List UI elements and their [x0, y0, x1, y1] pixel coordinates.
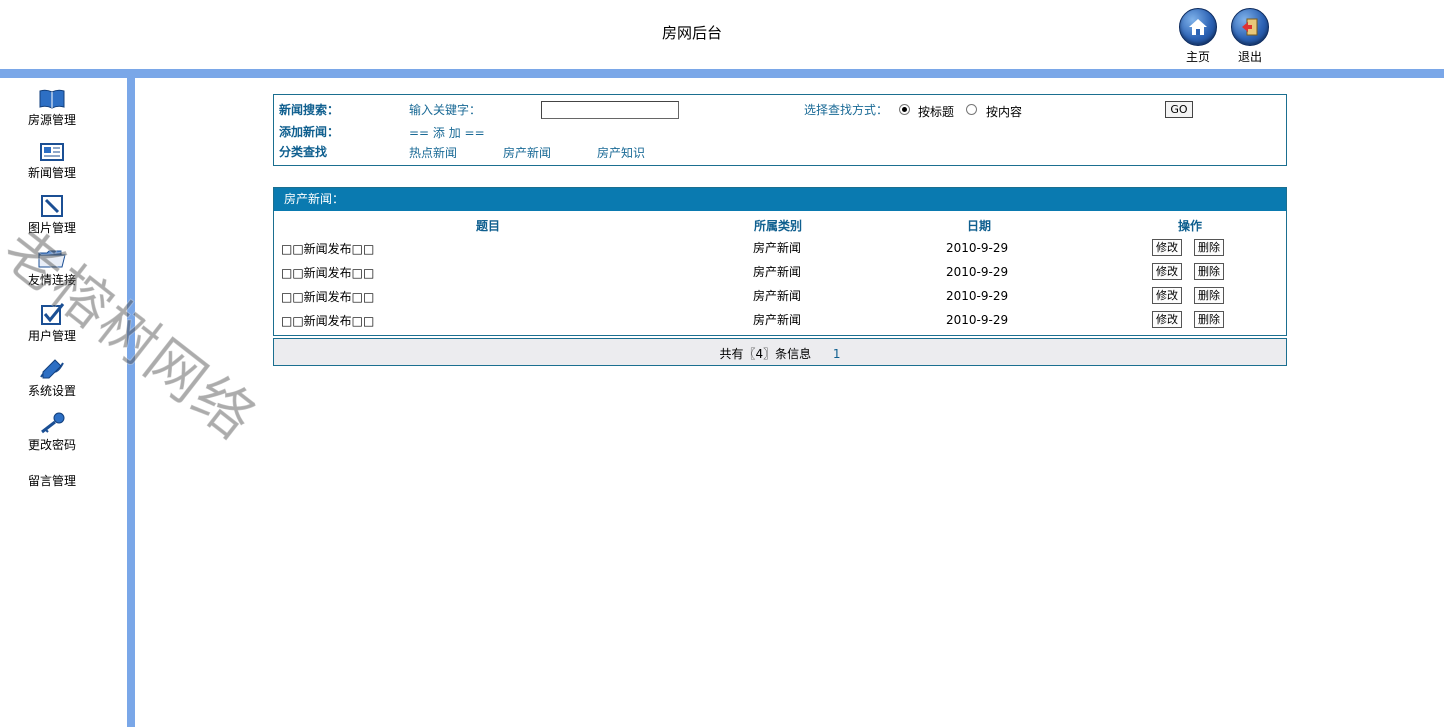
sidebar-item-listings[interactable]: 房源管理 [0, 88, 104, 128]
delete-button[interactable]: 删除 [1194, 239, 1224, 256]
add-news-label: 添加新闻： [279, 125, 340, 139]
table-row: □□新闻发布□□ 房产新闻 2010-9-29 修改 删除 [274, 309, 1286, 333]
sidebar-item-links[interactable]: 友情连接 [0, 248, 104, 288]
category-search-label: 分类查找 [279, 145, 328, 159]
sidebar-item-label: 系统设置 [27, 384, 76, 398]
sidebar-item-label: 更改密码 [27, 438, 76, 452]
add-news-link[interactable]: == 添 加 == [409, 124, 485, 141]
table-row: □□新闻发布□□ 房产新闻 2010-9-29 修改 删除 [274, 285, 1286, 309]
header: 房网后台 主页 退出 [0, 0, 1444, 69]
sidebar-item-messages[interactable]: 留言管理 [0, 472, 104, 489]
radio-by-content[interactable] [966, 104, 977, 115]
pen-icon [40, 359, 64, 379]
news-title[interactable]: □□新闻发布□□ [281, 288, 374, 305]
logout-button[interactable]: 退出 [1228, 8, 1272, 65]
column-header-category: 所属类别 [753, 219, 802, 233]
news-category: 房产新闻 [753, 241, 802, 255]
logout-label: 退出 [1237, 50, 1262, 64]
book-icon [39, 89, 65, 109]
edit-button[interactable]: 修改 [1152, 287, 1182, 304]
news-icon [40, 143, 64, 161]
sidebar-item-label: 留言管理 [27, 474, 76, 488]
checkbox-icon [41, 303, 65, 325]
news-title[interactable]: □□新闻发布□□ [281, 264, 374, 281]
keyword-input[interactable] [541, 101, 679, 119]
pager: 共有〖4〗条信息 1 [273, 338, 1287, 366]
news-date: 2010-9-29 [946, 241, 1009, 255]
news-search-label: 新闻搜索： [279, 103, 340, 117]
radio-by-title-label: 按标题 [918, 105, 955, 119]
sidebar: 房源管理 新闻管理 图片管理 友情连接 用户管理 系统设置 更改密码 留言管理 [0, 78, 127, 727]
sidebar-item-label: 图片管理 [27, 221, 76, 235]
news-category: 房产新闻 [753, 265, 802, 279]
news-title[interactable]: □□新闻发布□□ [281, 240, 374, 257]
top-divider-bar [0, 69, 1444, 78]
radio-by-content-label: 按内容 [986, 105, 1023, 119]
sidebar-item-label: 新闻管理 [27, 166, 76, 180]
edit-button[interactable]: 修改 [1152, 263, 1182, 280]
delete-button[interactable]: 删除 [1194, 263, 1224, 280]
sidebar-item-news[interactable]: 新闻管理 [0, 141, 104, 181]
news-table-header: 房产新闻： [274, 188, 1286, 211]
sidebar-item-label: 友情连接 [27, 273, 76, 287]
sidebar-item-password[interactable]: 更改密码 [0, 411, 104, 453]
category-link-hot[interactable]: 热点新闻 [409, 144, 457, 161]
key-icon [41, 412, 65, 434]
sidebar-item-settings[interactable]: 系统设置 [0, 357, 104, 399]
home-button[interactable]: 主页 [1176, 8, 1220, 65]
column-header-title: 题目 [475, 219, 500, 233]
pager-text: 共有〖4〗条信息 1 [274, 345, 1286, 362]
news-date: 2010-9-29 [946, 313, 1009, 327]
edit-button[interactable]: 修改 [1152, 239, 1182, 256]
sidebar-item-users[interactable]: 用户管理 [0, 302, 104, 344]
pager-summary: 共有〖4〗条信息 [719, 347, 812, 361]
news-date: 2010-9-29 [946, 289, 1009, 303]
sidebar-item-pictures[interactable]: 图片管理 [0, 194, 104, 236]
news-table: 房产新闻： 题目 所属类别 日期 操作 □□新闻发布□□ 房产新闻 2010-9… [273, 187, 1287, 336]
folder-icon [38, 250, 66, 268]
picture-icon [41, 195, 63, 217]
column-header-date: 日期 [966, 219, 991, 233]
home-icon [1179, 8, 1217, 46]
delete-button[interactable]: 删除 [1194, 311, 1224, 328]
logout-icon [1231, 8, 1269, 46]
edit-button[interactable]: 修改 [1152, 311, 1182, 328]
sidebar-item-label: 房源管理 [27, 113, 76, 127]
news-title[interactable]: □□新闻发布□□ [281, 312, 374, 329]
page-link[interactable]: 1 [833, 347, 841, 361]
search-panel: 新闻搜索： 输入关键字： 选择查找方式： 按标题 按内容 GO 添加新闻： ==… [273, 94, 1287, 166]
table-row: □□新闻发布□□ 房产新闻 2010-9-29 修改 删除 [274, 237, 1286, 261]
delete-button[interactable]: 删除 [1194, 287, 1224, 304]
news-date: 2010-9-29 [946, 265, 1009, 279]
sidebar-item-label: 用户管理 [27, 329, 76, 343]
keyword-label: 输入关键字： [409, 103, 482, 117]
go-button[interactable]: GO [1165, 101, 1193, 118]
category-link-knowledge[interactable]: 房产知识 [597, 144, 645, 161]
table-row: □□新闻发布□□ 房产新闻 2010-9-29 修改 删除 [274, 261, 1286, 285]
news-category: 房产新闻 [753, 313, 802, 327]
category-link-property[interactable]: 房产新闻 [503, 144, 551, 161]
sidebar-divider-bar [127, 78, 135, 727]
home-label: 主页 [1185, 50, 1210, 64]
radio-by-title[interactable] [899, 104, 910, 115]
search-method-label: 选择查找方式： [804, 103, 889, 117]
news-category: 房产新闻 [753, 289, 802, 303]
column-header-actions: 操作 [1177, 219, 1202, 233]
news-section-title: 房产新闻： [284, 192, 345, 206]
